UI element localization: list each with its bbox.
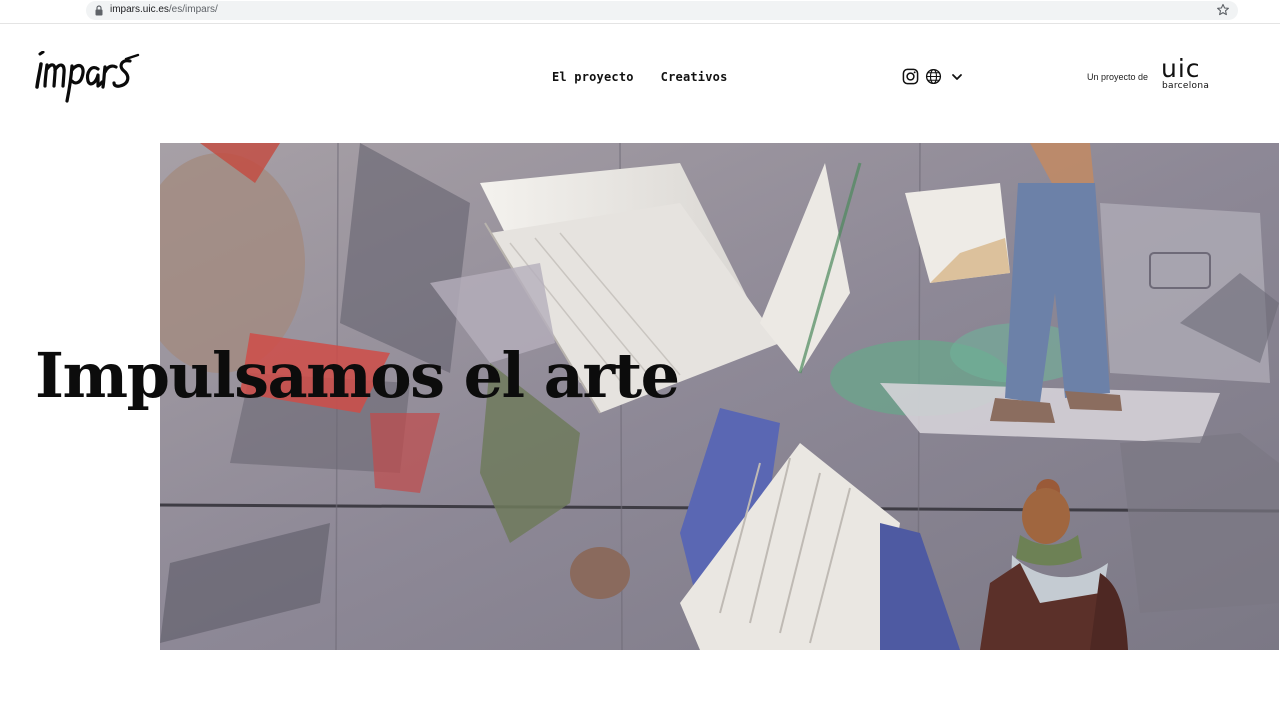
url-host: impars.uic.es	[110, 4, 169, 15]
site-header: impars El proyecto Creativos	[0, 25, 1280, 143]
browser-toolbar: impars.uic.es/es/impars/	[0, 0, 1280, 24]
nav-el-proyecto[interactable]: El proyecto	[552, 70, 634, 84]
instagram-icon[interactable]	[902, 68, 919, 85]
impars-logo[interactable]: impars	[34, 51, 142, 103]
lock-icon	[95, 5, 103, 16]
globe-icon[interactable]	[925, 68, 942, 85]
hero-headline: Impulsamos el arte	[35, 339, 680, 412]
uic-logo-word: uic	[1161, 54, 1201, 83]
uic-logo-city: barcelona	[1162, 81, 1210, 91]
nav-creativos[interactable]: Creativos	[661, 70, 728, 84]
address-bar[interactable]: impars.uic.es/es/impars/	[86, 1, 1238, 20]
bookmark-star-icon[interactable]	[1216, 3, 1230, 17]
chevron-down-icon[interactable]	[951, 71, 963, 83]
uic-barcelona-logo[interactable]: uic barcelona	[1160, 54, 1216, 92]
url-path: /es/impars/	[168, 4, 218, 15]
header-icons	[902, 68, 963, 85]
partner-label: Un proyecto de	[1087, 72, 1149, 82]
main-nav: El proyecto Creativos	[552, 70, 728, 84]
url-text: impars.uic.es/es/impars/	[110, 4, 218, 15]
